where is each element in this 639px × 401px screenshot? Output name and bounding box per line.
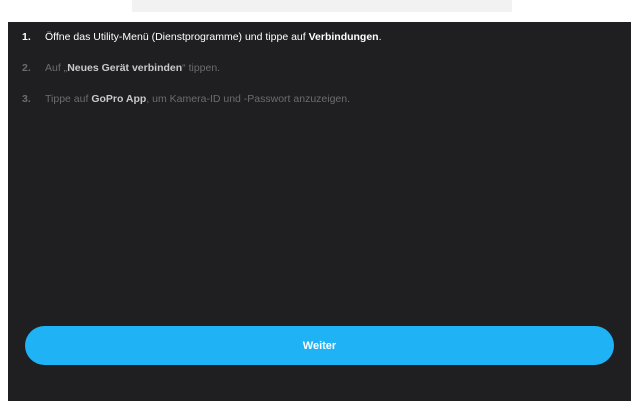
step-2: 2. Auf „Neues Gerät verbinden“ tippen. [8, 60, 631, 91]
step-highlight: Neues Gerät verbinden [67, 62, 183, 74]
step-highlight: Verbindungen [308, 31, 379, 43]
step-highlight: GoPro App [91, 93, 147, 105]
step-number: 2. [22, 62, 31, 74]
step-text-end: “ tippen. [182, 62, 221, 74]
top-strip [132, 0, 512, 12]
steps-list: 1. Öffne das Utility-Menü (Dienstprogram… [8, 29, 631, 122]
step-1: 1. Öffne das Utility-Menü (Dienstprogram… [8, 29, 631, 60]
step-text-start: Tippe auf [45, 93, 92, 105]
step-text: Tippe auf GoPro App, um Kamera-ID und -P… [45, 91, 350, 107]
step-text-end: . [378, 31, 382, 43]
step-text-end: , um Kamera-ID und -Passwort anzuzeigen. [146, 93, 351, 105]
step-3: 3. Tippe auf GoPro App, um Kamera-ID und… [8, 91, 631, 122]
step-text: Öffne das Utility-Menü (Dienstprogramme)… [45, 29, 382, 45]
step-text-start: Öffne das Utility-Menü (Dienstprogramme)… [45, 31, 309, 43]
step-number: 3. [22, 93, 31, 105]
step-text: Auf „Neues Gerät verbinden“ tippen. [45, 60, 220, 76]
continue-button[interactable]: Weiter [25, 326, 614, 365]
step-text-start: Auf „ [45, 62, 68, 74]
step-number: 1. [22, 31, 31, 43]
screen: 1. Öffne das Utility-Menü (Dienstprogram… [0, 0, 639, 401]
